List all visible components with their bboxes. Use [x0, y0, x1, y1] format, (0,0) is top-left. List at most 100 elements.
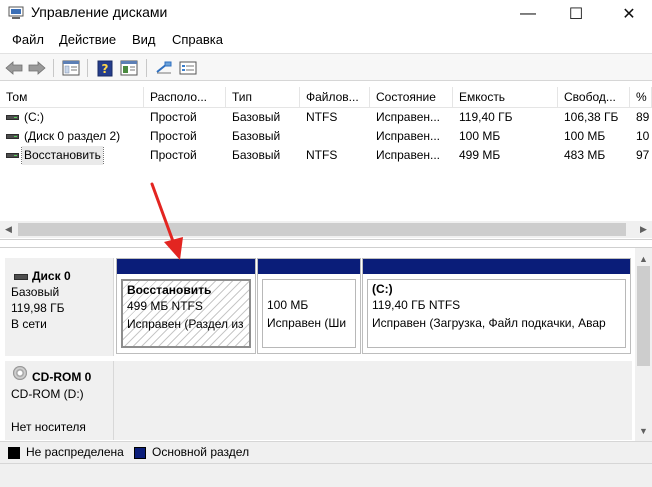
column-header-layout[interactable]: Располо...: [144, 87, 226, 108]
partition-frame: 100 МБ Исправен (Ши: [262, 279, 356, 348]
disk-graphical-view: Диск 0 Базовый 119,98 ГБ В сети Восстано…: [0, 247, 652, 441]
disk-0-partitions: Восстановить 499 МБ NTFS Исправен (Разде…: [114, 258, 632, 356]
disk-status: В сети: [11, 317, 47, 331]
volume-percent-free: 97: [636, 148, 650, 162]
hard-disk-icon: [14, 274, 28, 280]
volume-percent-free: 89: [636, 110, 650, 124]
toolbar: ?: [0, 53, 652, 81]
volume-filesystem: NTFS: [306, 148, 338, 162]
volume-icon: [6, 115, 19, 120]
partition-size: 499 МБ NTFS: [127, 299, 203, 313]
properties-icon[interactable]: [119, 58, 139, 78]
primary-partition-bar: [258, 259, 360, 274]
volume-free-space: 483 МБ: [564, 148, 606, 162]
window-title: Управление дисками: [31, 4, 168, 20]
volume-list: Том Располо... Тип Файлов... Состояние Е…: [0, 87, 652, 240]
list-view-icon[interactable]: [178, 58, 198, 78]
primary-partition-bar: [363, 259, 630, 274]
cdrom-status: Нет носителя: [11, 420, 86, 434]
horizontal-scrollbar[interactable]: ◀ ▶: [0, 221, 652, 238]
disk-management-app-icon: [8, 6, 24, 19]
maximize-button[interactable]: ☐: [553, 0, 599, 27]
volume-layout: Простой: [150, 110, 197, 124]
volume-percent-free: 10: [636, 129, 650, 143]
column-header-filesystem[interactable]: Файлов...: [300, 87, 370, 108]
help-icon[interactable]: ?: [95, 58, 115, 78]
scroll-up-icon[interactable]: ▲: [635, 252, 652, 266]
column-header-status[interactable]: Состояние: [370, 87, 453, 108]
cdrom-0-area[interactable]: [114, 361, 632, 440]
volume-status: Исправен...: [376, 129, 441, 143]
volume-capacity: 499 МБ: [459, 148, 501, 162]
partition-c-drive[interactable]: (C:) 119,40 ГБ NTFS Исправен (Загрузка, …: [362, 258, 631, 354]
scroll-right-icon[interactable]: ▶: [635, 221, 652, 238]
volume-name-cell: Восстановить: [0, 146, 144, 165]
primary-partition-swatch: [134, 447, 146, 459]
cdrom-drive: CD-ROM (D:): [11, 387, 84, 401]
volume-type: Базовый: [232, 110, 281, 124]
partition-system-reserved[interactable]: 100 МБ Исправен (Ши: [257, 258, 361, 354]
back-arrow-icon[interactable]: [4, 58, 24, 78]
volume-name-cell: (Диск 0 раздел 2): [0, 127, 144, 146]
partition-frame: (C:) 119,40 ГБ NTFS Исправен (Загрузка, …: [367, 279, 626, 348]
partition-recovery[interactable]: Восстановить 499 МБ NTFS Исправен (Разде…: [116, 258, 256, 354]
volume-layout: Простой: [150, 129, 197, 143]
volume-name: Восстановить: [21, 146, 104, 165]
partition-selection-frame: Восстановить 499 МБ NTFS Исправен (Разде…: [121, 279, 251, 348]
partition-status: Исправен (Загрузка, Файл подкачки, Авар: [372, 316, 606, 330]
toolbar-separator: [87, 59, 88, 77]
menu-action[interactable]: Действие: [59, 32, 116, 47]
volume-icon: [6, 153, 19, 158]
menu-help[interactable]: Справка: [172, 32, 223, 47]
minimize-button[interactable]: —: [505, 0, 551, 27]
volume-name-cell: (C:): [0, 108, 144, 127]
menu-view[interactable]: Вид: [132, 32, 156, 47]
disk-name: Диск 0: [32, 269, 71, 283]
partition-size: 100 МБ: [267, 298, 309, 312]
volume-icon: [6, 134, 19, 139]
svg-text:?: ?: [102, 62, 109, 76]
column-header-type[interactable]: Тип: [226, 87, 300, 108]
partition-status: Исправен (Ши: [267, 316, 347, 330]
volume-row[interactable]: (Диск 0 раздел 2) Простой Базовый Исправ…: [0, 127, 652, 146]
horizontal-scroll-thumb[interactable]: [18, 223, 626, 236]
volume-row[interactable]: (C:) Простой Базовый NTFS Исправен... 11…: [0, 108, 652, 127]
unallocated-swatch: [8, 447, 20, 459]
disk-0-label[interactable]: Диск 0 Базовый 119,98 ГБ В сети: [5, 258, 114, 356]
partition-title: Восстановить: [127, 283, 212, 297]
volume-filesystem: NTFS: [306, 110, 338, 124]
cdrom-0-label[interactable]: CD-ROM 0 CD-ROM (D:) Нет носителя: [5, 361, 114, 440]
toolbar-separator: [53, 59, 54, 77]
volume-type: Базовый: [232, 148, 281, 162]
rescan-icon[interactable]: [154, 58, 174, 78]
vertical-scrollbar[interactable]: ▲ ▼: [635, 248, 652, 441]
scroll-down-icon[interactable]: ▼: [635, 424, 652, 438]
scroll-left-icon[interactable]: ◀: [0, 221, 17, 238]
volume-name: (C:): [24, 110, 44, 124]
status-bar: [0, 463, 652, 487]
column-header-percent-free[interactable]: %: [630, 87, 652, 108]
volume-status: Исправен...: [376, 148, 441, 162]
legend-primary-label: Основной раздел: [152, 445, 250, 459]
console-tree-icon[interactable]: [61, 58, 81, 78]
volume-filesystem: [300, 127, 370, 146]
column-header-free-space[interactable]: Свобод...: [558, 87, 630, 108]
disk-size: 119,98 ГБ: [11, 301, 65, 315]
volume-capacity: 119,40 ГБ: [459, 110, 513, 124]
title-bar: Управление дисками — ☐ ✕: [0, 0, 652, 27]
close-button[interactable]: ✕: [606, 0, 652, 27]
volume-layout: Простой: [150, 148, 197, 162]
volume-list-header: Том Располо... Тип Файлов... Состояние Е…: [0, 87, 652, 108]
disk-type: Базовый: [11, 285, 60, 299]
vertical-scroll-thumb[interactable]: [637, 266, 650, 366]
partition-size: 119,40 ГБ NTFS: [372, 298, 461, 312]
red-annotation-arrow: [150, 182, 183, 260]
column-header-capacity[interactable]: Емкость: [453, 87, 558, 108]
menu-file[interactable]: Файл: [12, 32, 44, 47]
volume-row-selected[interactable]: Восстановить Простой Базовый NTFS Исправ…: [0, 146, 652, 165]
volume-capacity: 100 МБ: [459, 129, 501, 143]
volume-name: (Диск 0 раздел 2): [24, 129, 121, 143]
column-header-volume[interactable]: Том: [0, 87, 144, 108]
volume-type: Базовый: [232, 129, 281, 143]
forward-arrow-icon[interactable]: [27, 58, 47, 78]
